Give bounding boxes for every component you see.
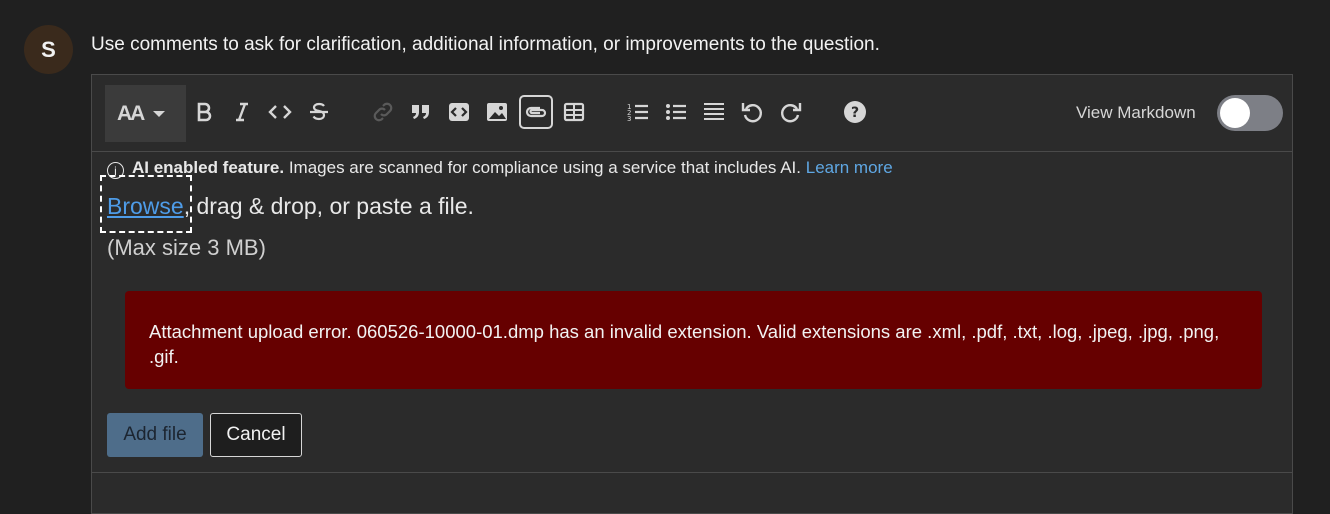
quote-icon: [412, 105, 429, 119]
image-button[interactable]: [482, 95, 512, 129]
undo-button[interactable]: [737, 95, 767, 129]
divider: [92, 472, 1292, 473]
attachment-button[interactable]: [519, 95, 553, 129]
link-button[interactable]: [368, 95, 398, 129]
paperclip-icon: [525, 106, 547, 118]
horizontal-rule-button[interactable]: [699, 95, 729, 129]
blockquote-button[interactable]: [406, 95, 436, 129]
code-block-button[interactable]: [444, 95, 474, 129]
strikethrough-icon: [310, 102, 328, 121]
italic-button[interactable]: [227, 95, 257, 129]
code-block-icon: [449, 103, 469, 121]
upload-error-alert: Attachment upload error. 060526-10000-01…: [125, 291, 1262, 389]
table-button[interactable]: [559, 95, 589, 129]
strikethrough-button[interactable]: [304, 95, 334, 129]
ai-notice-text: Images are scanned for compliance using …: [284, 158, 801, 177]
chevron-down-icon: [153, 110, 166, 117]
bold-icon: [197, 102, 212, 122]
view-markdown-toggle[interactable]: [1217, 95, 1283, 131]
link-icon: [373, 102, 393, 122]
help-button[interactable]: ?: [840, 95, 870, 129]
italic-icon: [236, 102, 248, 122]
horizontal-rule-icon: [704, 103, 724, 120]
ordered-list-button[interactable]: 123: [623, 95, 653, 129]
view-markdown-label: View Markdown: [1076, 103, 1196, 122]
svg-text:?: ?: [851, 105, 859, 121]
svg-text:3: 3: [627, 115, 631, 123]
undo-icon: [741, 103, 762, 123]
ai-notice: i AI enabled feature. Images are scanned …: [107, 158, 893, 179]
heading-dropdown-button[interactable]: AA: [105, 85, 186, 142]
image-icon: [487, 103, 507, 121]
redo-icon: [781, 103, 802, 123]
toggle-knob: [1220, 98, 1250, 128]
editor-toolbar: AA 1 2 3 ? View Markdown: [92, 75, 1292, 152]
bold-button[interactable]: [189, 95, 219, 129]
comment-editor: AA 1 2 3 ? View Markdown i AI enabled fe…: [91, 74, 1293, 514]
cancel-button[interactable]: Cancel: [210, 413, 302, 457]
learn-more-link[interactable]: Learn more: [806, 158, 893, 177]
heading-label: AA: [117, 101, 145, 125]
table-icon: [563, 102, 585, 122]
code-icon: [268, 105, 292, 119]
comment-prompt: Use comments to ask for clarification, a…: [91, 34, 880, 55]
ordered-list-icon: 123: [627, 103, 648, 123]
code-button[interactable]: [265, 95, 295, 129]
browse-focus-ring: [100, 175, 192, 233]
upload-error-text: Attachment upload error. 060526-10000-01…: [149, 321, 1220, 367]
unordered-list-icon: [666, 104, 686, 120]
help-icon: ?: [844, 101, 866, 123]
max-size-note: (Max size 3 MB): [107, 235, 266, 260]
avatar: S: [24, 25, 73, 74]
redo-button[interactable]: [776, 95, 806, 129]
upload-instructions-text: , drag & drop, or paste a file.: [183, 193, 474, 219]
unordered-list-button[interactable]: [661, 95, 691, 129]
add-file-button[interactable]: Add file: [107, 413, 203, 457]
